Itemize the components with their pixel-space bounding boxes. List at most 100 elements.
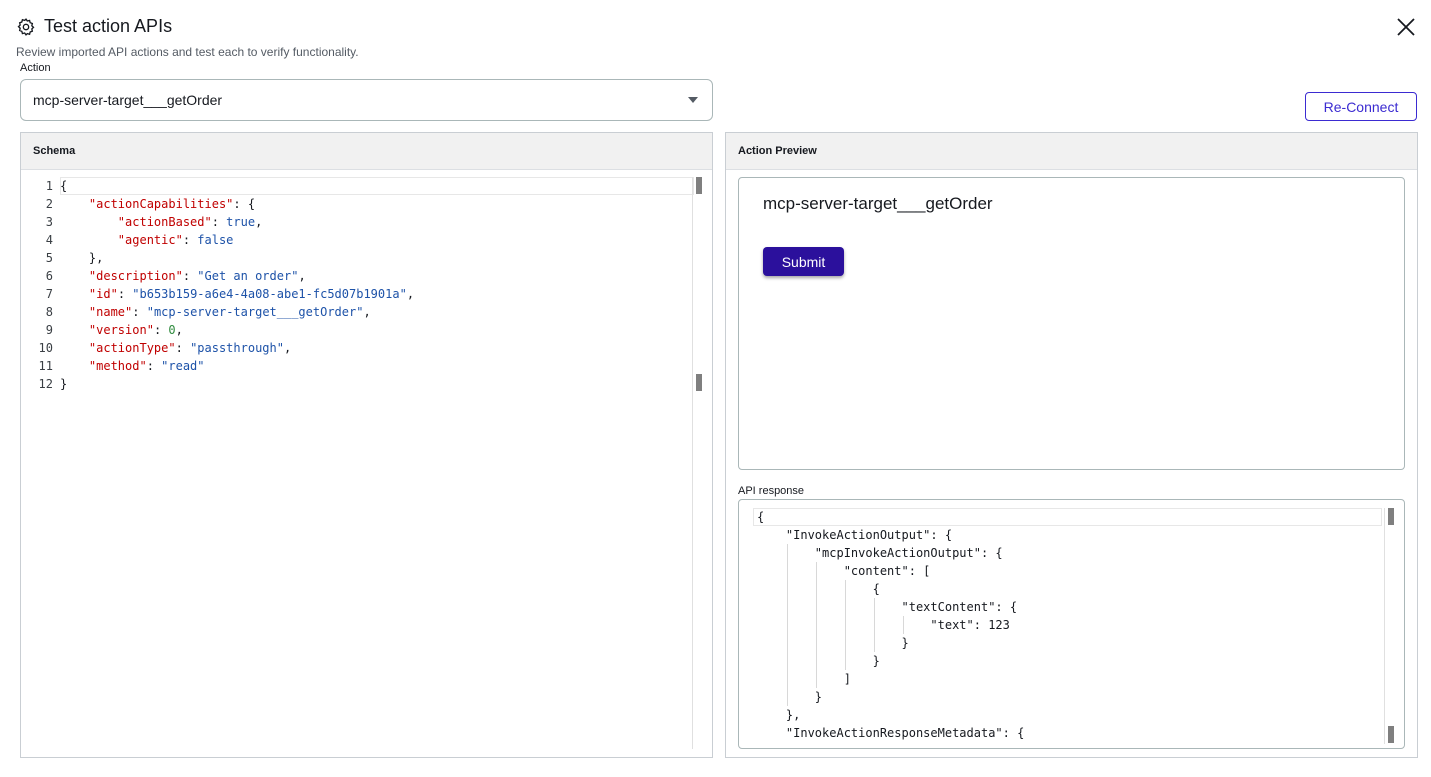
code-token: false [197,233,234,247]
line-number: 1 [45,179,53,193]
action-preview-panel: Action Preview mcp-server-target___getOr… [725,132,1418,758]
code-token: "actionType" [88,341,176,355]
submit-button[interactable]: Submit [763,247,844,276]
line-number: 6 [45,269,53,283]
line-number: 11 [38,359,53,373]
response-line: "InvokeActionResponseMetadata": { [757,726,1025,740]
line-number: 7 [45,287,53,301]
line-number: 8 [45,305,53,319]
line-number-gutter: 1 2 3 4 5 6 7 8 9 10 11 12 [31,177,53,393]
code-token: "mcp-server-target___getOrder" [146,305,364,319]
response-line: "content": [ [757,564,931,578]
page-subtitle: Review imported API actions and test eac… [16,45,359,59]
reconnect-button[interactable]: Re-Connect [1305,92,1417,121]
scrollbar-thumb-bottom[interactable] [1388,726,1394,743]
schema-panel-title: Schema [21,133,712,170]
response-line: } [757,636,909,650]
code-line: "id": "b653b159-a6e4-4a08-abe1-fc5d07b19… [60,285,694,303]
code-token: , [298,269,306,283]
schema-code-lines[interactable]: { "actionCapabilities": { "actionBased":… [60,177,694,393]
response-line: } [757,690,823,704]
response-line: { [757,510,765,524]
line-number: 4 [45,233,53,247]
code-token: "Get an order" [197,269,299,283]
code-token: }, [60,251,104,265]
response-line: { [757,582,880,596]
code-token: "passthrough" [190,341,284,355]
scrollbar-thumb-top[interactable] [696,177,702,194]
code-token: , [255,215,263,229]
code-token: : [153,323,169,337]
code-token: "agentic" [117,233,183,247]
action-label: Action [20,62,51,74]
code-line: "method": "read" [60,357,694,375]
code-token: : [146,359,162,373]
code-token: : [117,287,133,301]
response-line: "text": 123 [757,618,1010,632]
scrollbar-thumb-top[interactable] [1388,508,1394,525]
response-line: "InvokeActionOutput": { [757,528,953,542]
code-token: "version" [88,323,154,337]
preview-action-name: mcp-server-target___getOrder [763,194,993,213]
code-line: "version": 0, [60,321,694,339]
schema-panel: Schema 1 2 3 4 5 6 7 8 9 10 11 12 { "actionCapabili… [20,132,713,758]
action-select-value: mcp-server-target___getOrder [33,92,223,108]
close-icon[interactable] [1395,16,1417,38]
page-title: Test action APIs [44,16,173,36]
code-token: "actionCapabilities" [88,197,234,211]
response-line: } [757,654,880,668]
schema-editor[interactable]: 1 2 3 4 5 6 7 8 9 10 11 12 { "actionCapabilities": … [21,177,712,749]
line-number: 3 [45,215,53,229]
response-line: "mcpInvokeActionOutput": { [757,546,1003,560]
code-token: : [132,305,147,319]
code-token: true [226,215,256,229]
code-token: : [175,341,191,355]
code-token: 0 [168,323,176,337]
code-token: } [60,377,68,391]
gear-icon [17,17,35,36]
line-number: 2 [45,197,53,211]
code-token: "name" [88,305,133,319]
line-number: 5 [45,251,53,265]
code-line: "description": "Get an order", [60,267,694,285]
code-line: "name": "mcp-server-target___getOrder", [60,303,694,321]
code-token: : [211,215,227,229]
code-line: { [60,177,694,195]
code-line: "agentic": false [60,231,694,249]
api-response-scrollbar[interactable] [1384,508,1396,744]
schema-scrollbar[interactable] [692,177,704,749]
action-select[interactable]: mcp-server-target___getOrder [20,79,713,121]
modal-header: Test action APIs [16,16,172,37]
action-preview-box: mcp-server-target___getOrder Submit [738,177,1405,470]
code-token: "actionBased" [117,215,212,229]
api-response-label: API response [738,485,805,497]
api-response-viewer[interactable]: { "InvokeActionOutput": { "mcpInvokeActi… [738,499,1405,749]
code-line: } [60,375,694,393]
code-token: : [182,233,198,247]
line-number: 12 [38,377,53,391]
code-line: "actionCapabilities": { [60,195,694,213]
chevron-down-icon [688,97,698,103]
code-token: : { [233,197,256,211]
code-token: "id" [88,287,118,301]
scrollbar-thumb-marker[interactable] [696,374,702,391]
line-number: 10 [38,341,53,355]
code-token: "b653b159-a6e4-4a08-abe1-fc5d07b1901a" [132,287,407,301]
code-token: , [363,305,371,319]
code-token: , [175,323,183,337]
code-token: "read" [161,359,205,373]
code-line: "actionType": "passthrough", [60,339,694,357]
code-line: }, [60,249,694,267]
code-token: "method" [88,359,147,373]
code-token: , [283,341,292,355]
action-preview-title: Action Preview [726,133,1417,170]
response-line: ] [757,672,851,686]
